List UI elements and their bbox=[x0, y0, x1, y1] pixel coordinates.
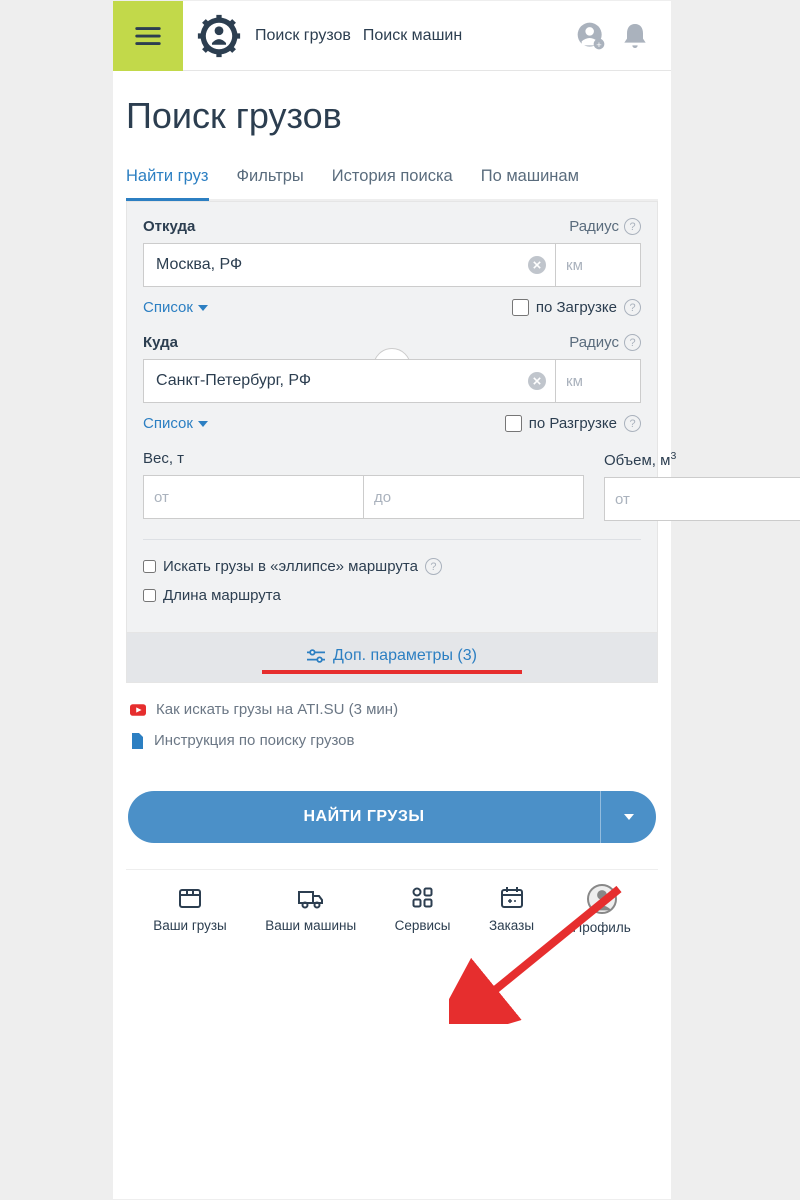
volume-from-input[interactable] bbox=[604, 477, 800, 521]
caret-down-icon bbox=[198, 421, 208, 427]
search-button[interactable]: НАЙТИ ГРУЗЫ bbox=[128, 791, 600, 843]
radius-label-2: Радиус bbox=[569, 334, 619, 351]
help-by-load[interactable]: ? bbox=[624, 299, 641, 316]
annotation-underline bbox=[262, 670, 522, 674]
clear-to-button[interactable] bbox=[528, 372, 546, 390]
tab-history[interactable]: История поиска bbox=[332, 157, 453, 201]
from-list-link[interactable]: Список bbox=[143, 299, 208, 316]
youtube-icon bbox=[130, 704, 146, 716]
help-ellipse[interactable]: ? bbox=[425, 558, 442, 575]
notifications-button[interactable] bbox=[619, 20, 651, 52]
user-icon-button[interactable]: + bbox=[575, 20, 607, 52]
nav-services[interactable]: Сервисы bbox=[395, 884, 451, 935]
truck-icon bbox=[297, 884, 325, 912]
weight-label: Вес, т bbox=[143, 450, 584, 467]
from-radius-input[interactable] bbox=[556, 243, 641, 287]
from-city-input[interactable] bbox=[143, 243, 556, 287]
nav-your-cargo[interactable]: Ваши грузы bbox=[153, 884, 227, 935]
nav-orders[interactable]: Заказы bbox=[489, 884, 534, 935]
document-icon bbox=[130, 733, 144, 749]
help-radius-to[interactable]: ? bbox=[624, 334, 641, 351]
bell-icon bbox=[619, 20, 651, 52]
nav-cargo-search[interactable]: Поиск грузов bbox=[255, 27, 351, 45]
extra-params-link[interactable]: Доп. параметры (3) bbox=[307, 647, 477, 665]
calendar-icon bbox=[498, 884, 526, 912]
close-icon bbox=[533, 261, 541, 269]
gear-a-icon bbox=[197, 14, 241, 58]
caret-down-icon bbox=[198, 305, 208, 311]
to-list-link[interactable]: Список bbox=[143, 415, 208, 432]
hamburger-icon bbox=[133, 21, 163, 51]
help-by-unload[interactable]: ? bbox=[624, 415, 641, 432]
by-load-checkbox[interactable]: по Загрузке? bbox=[512, 299, 641, 316]
logo[interactable] bbox=[195, 12, 243, 60]
weight-from-input[interactable] bbox=[143, 475, 363, 519]
to-city-input[interactable] bbox=[143, 359, 556, 403]
tab-filters[interactable]: Фильтры bbox=[237, 157, 304, 201]
route-length-checkbox[interactable]: Длина маршрута bbox=[143, 587, 641, 604]
help-radius-from[interactable]: ? bbox=[624, 218, 641, 235]
grid-icon bbox=[409, 884, 437, 912]
ellipse-checkbox[interactable]: Искать грузы в «эллипсе» маршрута? bbox=[143, 558, 641, 575]
doc-help-link[interactable]: Инструкция по поиску грузов bbox=[130, 732, 654, 749]
search-dropdown-button[interactable] bbox=[600, 791, 656, 843]
tab-find-cargo[interactable]: Найти груз bbox=[126, 157, 209, 201]
video-help-link[interactable]: Как искать грузы на ATI.SU (3 мин) bbox=[130, 701, 654, 718]
radius-label: Радиус bbox=[569, 218, 619, 235]
avatar-icon bbox=[587, 884, 617, 914]
by-unload-checkbox[interactable]: по Разгрузке? bbox=[505, 415, 641, 432]
page-title: Поиск грузов bbox=[126, 95, 658, 137]
sliders-icon bbox=[307, 649, 325, 663]
from-label: Откуда bbox=[143, 218, 195, 235]
nav-truck-search[interactable]: Поиск машин bbox=[363, 27, 462, 45]
close-icon bbox=[533, 377, 541, 385]
to-radius-input[interactable] bbox=[556, 359, 641, 403]
volume-label: Объем, м3 bbox=[604, 450, 800, 469]
weight-to-input[interactable] bbox=[363, 475, 584, 519]
clear-from-button[interactable] bbox=[528, 256, 546, 274]
divider bbox=[143, 539, 641, 540]
user-icon: + bbox=[575, 20, 607, 52]
caret-down-icon bbox=[624, 814, 634, 820]
tab-by-trucks[interactable]: По машинам bbox=[481, 157, 579, 201]
to-label: Куда bbox=[143, 334, 178, 351]
menu-button[interactable] bbox=[113, 1, 183, 71]
box-icon bbox=[176, 884, 204, 912]
nav-your-trucks[interactable]: Ваши машины bbox=[265, 884, 356, 935]
svg-text:+: + bbox=[596, 40, 601, 50]
nav-profile[interactable]: Профиль bbox=[572, 884, 630, 935]
